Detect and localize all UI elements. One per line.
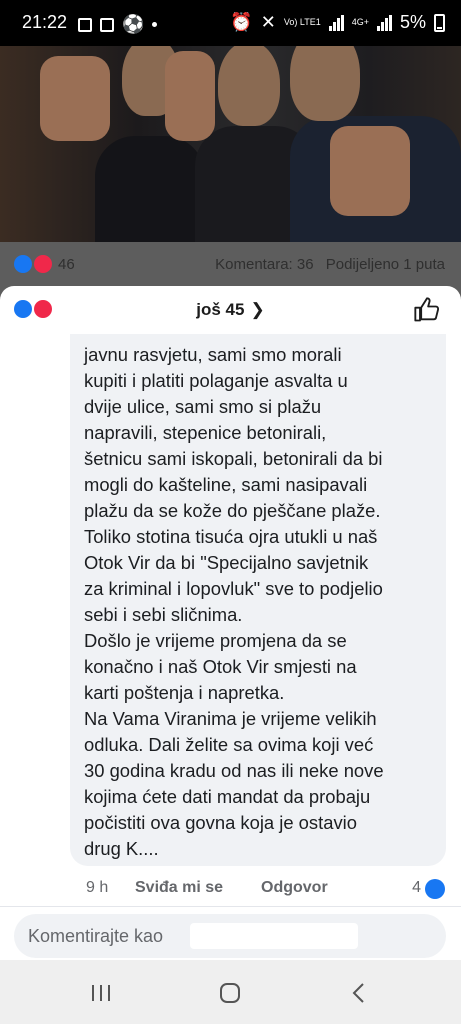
photo-face-2 <box>218 46 280 126</box>
status-bar: 21:22 ⚽ ⏰ ✕ Vo) LTE1 4G+ 5% <box>0 0 461 46</box>
photo-person-1 <box>95 136 205 242</box>
photo-face-3 <box>290 46 360 121</box>
thumbs-up-hand-1 <box>40 56 110 141</box>
post-stats: Komentara: 36 Podijeljeno 1 puta <box>215 256 445 273</box>
notification-icons: ⚽ <box>78 14 158 35</box>
sheet-header: još 45 ❯ <box>0 286 461 336</box>
comments-count[interactable]: Komentara: 36 <box>215 256 313 273</box>
back-icon[interactable] <box>348 982 372 1004</box>
comments-sheet: još 45 ❯ javnu rasvjetu, sami smo morali … <box>0 286 461 960</box>
comment-actions: 9 h Sviđa mi se Odgovor 4 <box>0 876 461 904</box>
image-notification-icon <box>78 17 92 32</box>
reaction-count[interactable]: 46 <box>58 256 75 273</box>
signal-icon <box>328 14 344 31</box>
love-reaction-icon <box>34 255 52 273</box>
battery-icon <box>434 13 445 32</box>
home-icon[interactable] <box>218 982 242 1004</box>
comment-like-count[interactable]: 4 <box>412 879 421 897</box>
post-photo[interactable] <box>0 46 461 242</box>
comment-input[interactable] <box>28 914 188 958</box>
more-notifications-dot-icon <box>152 22 158 27</box>
battery-percent: 5% <box>399 12 426 32</box>
alarm-icon: ⏰ <box>230 12 253 32</box>
comment-bubble: javnu rasvjetu, sami smo morali kupiti i… <box>70 334 446 866</box>
sheet-title: još 45 <box>196 300 245 319</box>
comment-time: 9 h <box>86 879 109 896</box>
network-label: Vo) LTE1 <box>283 17 321 27</box>
comment-input-box[interactable] <box>14 914 446 958</box>
comment-reply-button[interactable]: Odgovor <box>261 879 328 897</box>
shares-count[interactable]: Podijeljeno 1 puta <box>326 256 445 273</box>
system-nav-bar <box>0 960 461 1024</box>
comment-like-button[interactable]: Sviđa mi se <box>135 879 223 897</box>
chevron-right-icon: ❯ <box>250 300 265 319</box>
comment-like-reaction-icon <box>425 879 445 899</box>
signal-icon-2 <box>376 14 392 31</box>
like-reaction-icon <box>14 255 32 273</box>
soccer-ball-icon: ⚽ <box>122 14 145 34</box>
post-reaction-bar: 46 Komentara: 36 Podijeljeno 1 puta <box>0 242 461 286</box>
system-icons: ⏰ ✕ Vo) LTE1 4G+ 5% <box>230 12 445 33</box>
reactions-summary-button[interactable]: još 45 ❯ <box>0 300 461 320</box>
recent-apps-icon[interactable] <box>89 982 113 1004</box>
comment-text: javnu rasvjetu, sami smo morali kupiti i… <box>84 344 384 859</box>
thumbs-up-hand-3 <box>330 126 410 216</box>
photo-notification-icon <box>100 17 114 32</box>
redacted-username <box>190 923 358 949</box>
mute-icon: ✕ <box>260 12 276 32</box>
status-time: 21:22 <box>22 12 68 32</box>
divider <box>0 906 461 907</box>
network-type: 4G+ <box>351 17 369 27</box>
thumbs-up-hand-2 <box>165 51 215 141</box>
thumbs-up-icon[interactable] <box>413 296 441 324</box>
